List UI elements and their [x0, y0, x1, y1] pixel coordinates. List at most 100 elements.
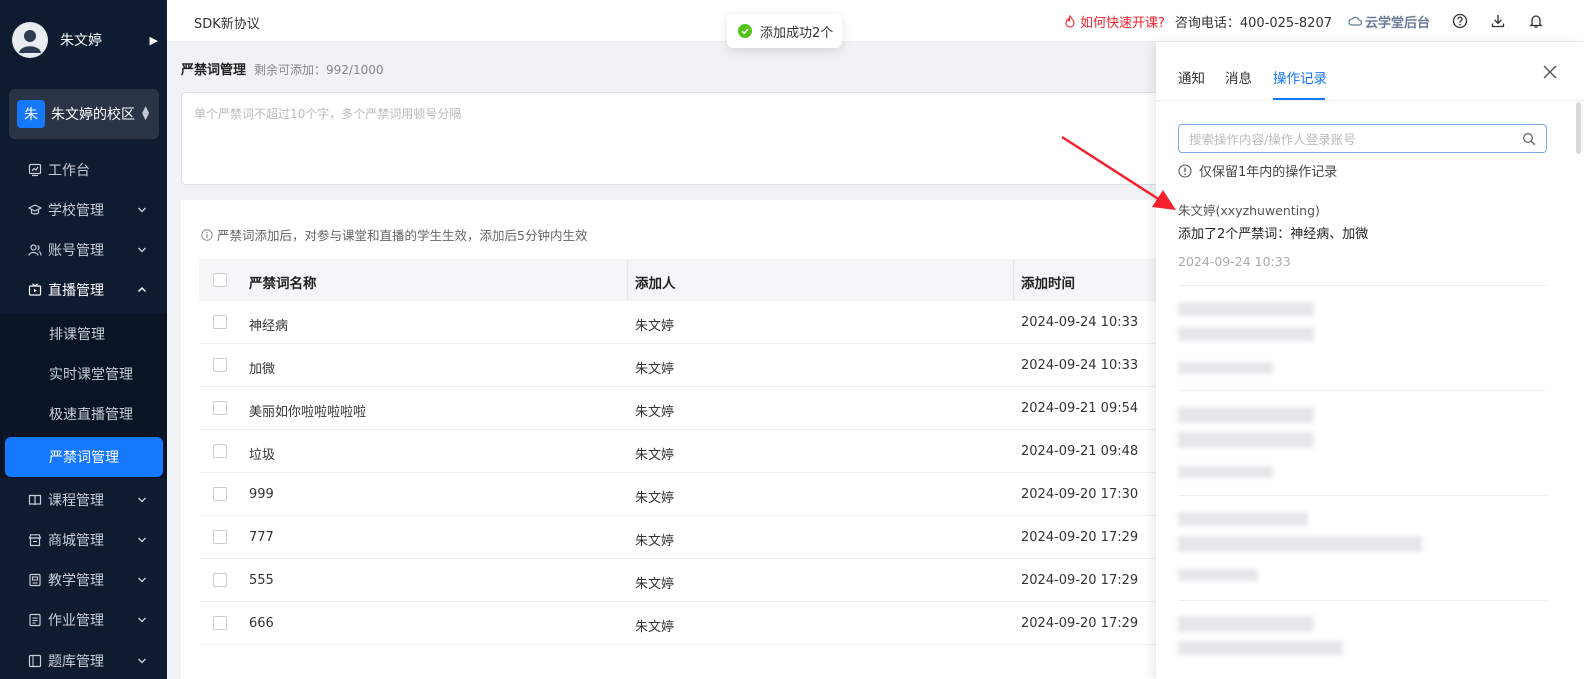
sidebar-item-label: 实时课堂管理: [49, 367, 133, 383]
adder-cell: 朱文婷: [635, 491, 675, 506]
sidebar-item-mall[interactable]: 商城管理: [0, 520, 167, 560]
word-cell: 777: [249, 530, 274, 545]
retention-text: 仅保留1年内的操作记录: [1199, 165, 1338, 180]
user-profile[interactable]: 朱文婷 ▶: [12, 20, 162, 60]
fire-icon: [1065, 14, 1075, 28]
time-cell: 2024-09-21 09:54: [1021, 401, 1139, 416]
sidebar-item-live[interactable]: 直播管理: [0, 270, 167, 310]
redacted-record-user: [1178, 512, 1308, 526]
chevron-down-icon: [137, 245, 147, 255]
word-cell: 垃圾: [249, 448, 276, 463]
adder-cell: 朱文婷: [635, 577, 675, 592]
table-row: 666 朱文婷 2024-09-20 17:29: [199, 602, 1181, 645]
brand-link[interactable]: 云学堂后台: [1348, 12, 1430, 31]
adder-cell: 朱文婷: [635, 405, 675, 420]
tab-messages[interactable]: 消息: [1225, 67, 1252, 87]
check-circle-icon: [738, 24, 752, 38]
sidebar-item-teaching[interactable]: 教学管理: [0, 560, 167, 600]
top-bar: SDK新协议 如何快速开课? 咨询电话：400-025-8207 云学堂后台: [167, 0, 1584, 42]
search-placeholder: 搜索操作内容/操作人登录账号: [1189, 132, 1356, 147]
sidebar-item-course[interactable]: 课程管理: [0, 480, 167, 520]
redacted-record-time: [1178, 362, 1273, 374]
campus-switcher[interactable]: 朱 朱文婷的校区 ▲ ▼: [9, 89, 159, 139]
redacted-record-user: [1178, 302, 1314, 316]
time-cell: 2024-09-20 17:29: [1021, 530, 1139, 545]
alert-circle-icon: [1178, 163, 1192, 178]
row-checkbox[interactable]: [213, 358, 227, 372]
help-icon[interactable]: [1452, 13, 1468, 29]
row-checkbox[interactable]: [213, 401, 227, 415]
sidebar-item-label: 题库管理: [48, 654, 104, 670]
row-checkbox[interactable]: [213, 616, 227, 630]
document-icon: [28, 613, 42, 627]
column-header-adder: 添加人: [635, 276, 676, 292]
record-divider: [1178, 600, 1547, 601]
sidebar-item-schedule[interactable]: 排课管理: [0, 314, 167, 354]
chevron-down-icon: [137, 205, 147, 215]
word-cell: 加微: [249, 362, 276, 377]
row-checkbox[interactable]: [213, 315, 227, 329]
adder-cell: 朱文婷: [635, 319, 675, 334]
row-checkbox[interactable]: [213, 487, 227, 501]
column-divider: [1013, 259, 1014, 301]
cloud-icon: [1348, 16, 1362, 26]
sidebar-item-realtime-class[interactable]: 实时课堂管理: [0, 354, 167, 394]
sidebar-item-account[interactable]: 账号管理: [0, 230, 167, 270]
table-row: 神经病 朱文婷 2024-09-24 10:33: [199, 301, 1181, 344]
live-submenu: 排课管理 实时课堂管理 极速直播管理 严禁词管理: [0, 314, 167, 478]
download-icon[interactable]: [1490, 13, 1506, 29]
sidebar-item-workbench[interactable]: 工作台: [0, 150, 167, 190]
sidebar-item-fast-live[interactable]: 极速直播管理: [0, 394, 167, 434]
drawer-scrollbar[interactable]: [1576, 102, 1581, 154]
sidebar-item-homework[interactable]: 作业管理: [0, 600, 167, 640]
time-cell: 2024-09-20 17:30: [1021, 487, 1139, 502]
quick-start-label: 如何快速开课?: [1079, 15, 1165, 31]
row-checkbox[interactable]: [213, 573, 227, 587]
chevron-up-icon: [137, 285, 147, 295]
sidebar-item-question-bank[interactable]: 题库管理: [0, 641, 167, 679]
adder-cell: 朱文婷: [635, 534, 675, 549]
column-header-time: 添加时间: [1021, 276, 1075, 292]
page-title: 严禁词管理: [181, 63, 247, 78]
sidebar-item-banned-words[interactable]: 严禁词管理: [5, 437, 163, 477]
record-divider: [1178, 495, 1547, 496]
redacted-record-user: [1178, 616, 1314, 632]
bell-icon[interactable]: [1528, 13, 1544, 29]
quick-start-link[interactable]: 如何快速开课?: [1064, 12, 1165, 31]
search-icon[interactable]: [1522, 132, 1536, 146]
top-bar-actions: 如何快速开课? 咨询电话：400-025-8207 云学堂后台: [1064, 0, 1544, 42]
word-cell: 666: [249, 616, 274, 631]
time-cell: 2024-09-24 10:33: [1021, 315, 1139, 330]
close-icon[interactable]: [1542, 64, 1558, 80]
redacted-record-action: [1178, 641, 1343, 655]
chevron-down-icon: [137, 575, 147, 585]
adder-cell: 朱文婷: [635, 448, 675, 463]
user-name: 朱文婷: [60, 33, 102, 49]
banned-words-input[interactable]: 单个严禁词不超过10个字，多个严禁词用顿号分隔: [181, 92, 1181, 185]
chevron-down-icon: [137, 615, 147, 625]
adder-cell: 朱文婷: [635, 362, 675, 377]
select-all-checkbox[interactable]: [213, 273, 227, 287]
success-toast: 添加成功2个: [727, 14, 842, 48]
row-checkbox[interactable]: [213, 530, 227, 544]
word-cell: 神经病: [249, 319, 289, 334]
retention-note: 仅保留1年内的操作记录: [1178, 161, 1337, 180]
sidebar-item-school[interactable]: 学校管理: [0, 190, 167, 230]
sdk-protocol-link[interactable]: SDK新协议: [194, 13, 260, 32]
sidebar-item-label: 极速直播管理: [49, 407, 133, 423]
redacted-record-action: [1178, 327, 1314, 341]
chevron-down-icon: [137, 535, 147, 545]
caret-right-icon: ▶: [149, 33, 158, 47]
row-checkbox[interactable]: [213, 444, 227, 458]
hotline: 咨询电话：400-025-8207: [1174, 15, 1332, 31]
operation-search-input[interactable]: 搜索操作内容/操作人登录账号: [1178, 124, 1547, 153]
tab-notifications[interactable]: 通知: [1178, 67, 1205, 87]
record-operator: 朱文婷(xxyzhuwenting): [1178, 203, 1320, 218]
tab-operation-log[interactable]: 操作记录: [1273, 67, 1327, 87]
sidebar-item-label: 工作台: [48, 163, 90, 179]
column-header-word: 严禁词名称: [249, 276, 317, 292]
record-action: 添加了2个严禁词：神经病、加微: [1178, 227, 1369, 242]
sidebar-item-label: 直播管理: [48, 283, 104, 299]
sidebar-item-label: 教学管理: [48, 573, 104, 589]
table-row: 加微 朱文婷 2024-09-24 10:33: [199, 344, 1181, 387]
